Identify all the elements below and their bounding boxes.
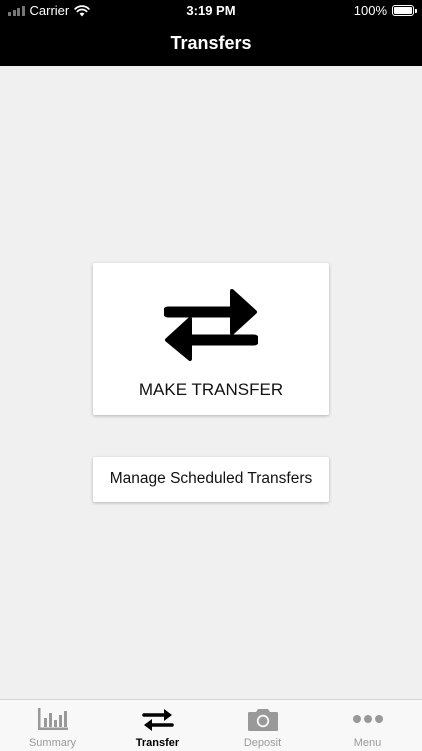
more-dots-icon (353, 715, 383, 723)
tab-deposit-label: Deposit (243, 737, 282, 749)
tab-transfer-label: Transfer (135, 737, 180, 749)
swap-arrows-icon (142, 709, 174, 731)
tab-bar: Summary Transfer Deposit Menu (0, 699, 422, 751)
tab-menu-label: Menu (353, 737, 382, 749)
tab-menu[interactable]: Menu (315, 700, 420, 751)
swap-arrows-icon (164, 289, 258, 361)
battery-percent: 100% (353, 3, 387, 18)
tab-deposit[interactable]: Deposit (210, 700, 315, 751)
top-bar: Carrier 3:19 PM 100% Transfers (0, 0, 422, 66)
status-bar: Carrier 3:19 PM 100% (0, 0, 422, 22)
tab-summary-label: Summary (28, 737, 77, 749)
manage-scheduled-label: Manage Scheduled Transfers (109, 470, 313, 487)
battery-icon (392, 5, 417, 16)
camera-icon (248, 709, 278, 731)
page-title: Transfers (170, 33, 252, 53)
tab-summary[interactable]: Summary (0, 700, 105, 751)
tab-transfer[interactable]: Transfer (105, 700, 210, 751)
bar-chart-icon (38, 708, 68, 730)
make-transfer-button[interactable]: MAKE TRANSFER (93, 263, 329, 415)
manage-scheduled-transfers-button[interactable]: Manage Scheduled Transfers (93, 457, 329, 502)
make-transfer-label: MAKE TRANSFER (138, 380, 284, 399)
